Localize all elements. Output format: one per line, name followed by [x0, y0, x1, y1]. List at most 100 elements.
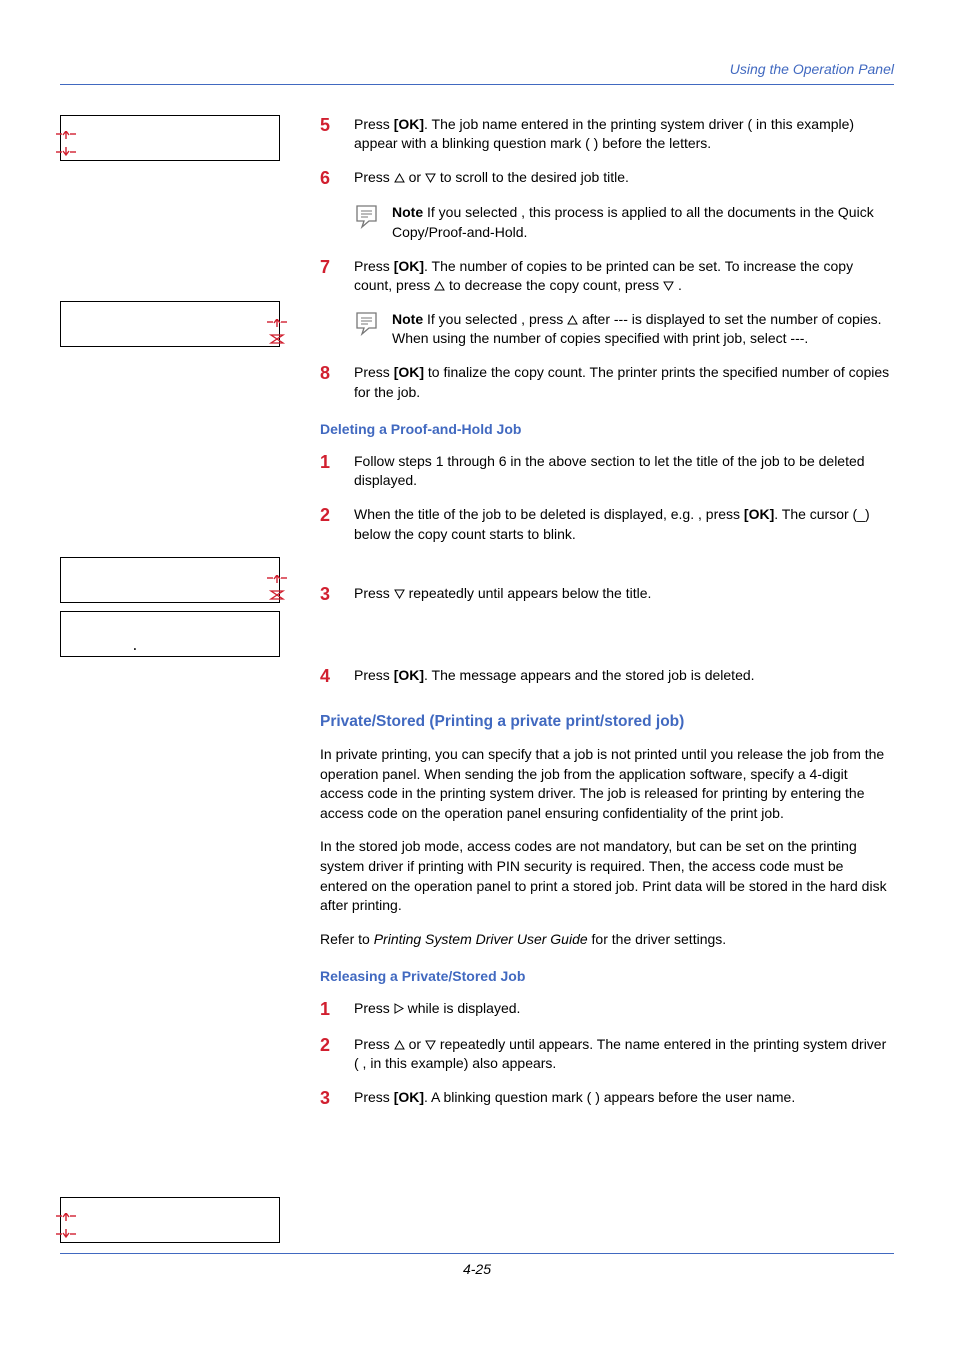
text: Press: [354, 1036, 394, 1052]
text: . The job name entered in the printing s…: [354, 116, 854, 152]
step-number-4: 4: [320, 666, 338, 688]
step-number-2: 2: [320, 505, 338, 544]
text: or: [409, 1036, 425, 1052]
rel-step-3: 3 Press [OK]. A blinking question mark (…: [320, 1088, 894, 1110]
step-number-8: 8: [320, 363, 338, 402]
step-number-6: 6: [320, 168, 338, 190]
lcd-display-3: [60, 557, 280, 603]
guide-reference: Printing System Driver User Guide: [374, 931, 588, 947]
ok-key: [OK]: [394, 258, 424, 274]
heading-releasing: Releasing a Private/Stored Job: [320, 967, 894, 987]
triangle-down-icon: [663, 281, 674, 291]
note-step-7: Note If you selected , press after --- i…: [354, 310, 894, 349]
lcd-display-2: [60, 301, 280, 347]
step-8-body: Press [OK] to finalize the copy count. T…: [354, 363, 894, 402]
page-footer: 4-25: [60, 1253, 894, 1280]
text: Press: [354, 116, 394, 132]
scroll-arrows-icon: [56, 131, 76, 157]
del-step-4: 4 Press [OK]. The message appears and th…: [320, 666, 894, 688]
step-5-body: Press [OK]. The job name entered in the …: [354, 115, 894, 154]
text: to decrease the copy count, press: [449, 277, 663, 293]
triangle-down-icon: [425, 173, 436, 183]
text: while is displayed.: [408, 1000, 521, 1016]
text: repeatedly until appears below the title…: [409, 585, 652, 601]
rel-step-2: 2 Press or repeatedly until appears. The…: [320, 1035, 894, 1074]
lcd-dot: .: [131, 638, 139, 656]
text: When the title of the job to be deleted …: [354, 506, 744, 522]
text: Press: [354, 1000, 394, 1016]
note-step-6: Note If you selected , this process is a…: [354, 203, 894, 242]
step-7-body: Press [OK]. The number of copies to be p…: [354, 257, 894, 296]
text: Press: [354, 258, 394, 274]
lcd-display-4: .: [60, 611, 280, 657]
triangle-right-icon: [394, 1003, 404, 1014]
rel-step-2-body: Press or repeatedly until appears. The n…: [354, 1035, 894, 1074]
step-6-body: Press or to scroll to the desired job ti…: [354, 168, 894, 190]
step-7: 7 Press [OK]. The number of copies to be…: [320, 257, 894, 296]
del-step-3-body: Press repeatedly until appears below the…: [354, 584, 894, 606]
note-text: If you selected , press: [423, 311, 567, 327]
rel-step-3-body: Press [OK]. A blinking question mark ( )…: [354, 1088, 894, 1110]
del-step-2-body: When the title of the job to be deleted …: [354, 505, 894, 544]
text: Press: [354, 169, 394, 185]
triangle-up-icon: [567, 315, 578, 325]
step-6: 6 Press or to scroll to the desired job …: [320, 168, 894, 190]
text: .: [678, 277, 682, 293]
rel-step-1-body: Press while is displayed.: [354, 999, 894, 1021]
step-8: 8 Press [OK] to finalize the copy count.…: [320, 363, 894, 402]
ok-key: [OK]: [744, 506, 774, 522]
triangle-down-icon: [425, 1040, 436, 1050]
del-step-3: 3 Press repeatedly until appears below t…: [320, 584, 894, 606]
step-number-1: 1: [320, 999, 338, 1021]
private-paragraph-2: In the stored job mode, access codes are…: [320, 837, 894, 915]
del-step-1: 1 Follow steps 1 through 6 in the above …: [320, 452, 894, 491]
triangle-down-icon: [394, 589, 405, 599]
step-number-3: 3: [320, 584, 338, 606]
text: Press: [354, 1089, 394, 1105]
text: Press: [354, 667, 394, 683]
private-paragraph-1: In private printing, you can specify tha…: [320, 745, 894, 823]
text: to finalize the copy count. The printer …: [354, 364, 889, 400]
step-number-2: 2: [320, 1035, 338, 1074]
header-section-title: Using the Operation Panel: [60, 60, 894, 85]
triangle-up-icon: [434, 281, 445, 291]
text: for the driver settings.: [588, 931, 727, 947]
private-paragraph-3: Refer to Printing System Driver User Gui…: [320, 930, 894, 950]
scroll-arrows-icon: [267, 575, 287, 601]
lcd-display-5: [60, 1197, 280, 1243]
note-icon: [354, 203, 382, 229]
lcd-display-1: [60, 115, 280, 161]
text: Refer to: [320, 931, 374, 947]
rel-step-1: 1 Press while is displayed.: [320, 999, 894, 1021]
del-step-1-body: Follow steps 1 through 6 in the above se…: [354, 452, 894, 491]
ok-key: [OK]: [394, 364, 424, 380]
note-text: If you selected , this process is applie…: [392, 204, 874, 240]
step-number-3: 3: [320, 1088, 338, 1110]
step-number-5: 5: [320, 115, 338, 154]
del-step-2: 2 When the title of the job to be delete…: [320, 505, 894, 544]
ok-key: [OK]: [394, 1089, 424, 1105]
triangle-up-icon: [394, 1040, 405, 1050]
manual-page: Using the Operation Panel: [0, 0, 954, 1310]
scroll-arrows-icon: [267, 319, 287, 345]
text: Press: [354, 585, 394, 601]
ok-key: [OK]: [394, 116, 424, 132]
scroll-arrows-icon: [56, 1213, 76, 1239]
triangle-up-icon: [394, 173, 405, 183]
text: . The message appears and the stored job…: [424, 667, 755, 683]
note-label: Note: [392, 204, 423, 220]
page-number: 4-25: [463, 1261, 491, 1277]
text: . A blinking question mark ( ) appears b…: [424, 1089, 795, 1105]
text: to scroll to the desired job title.: [440, 169, 629, 185]
step-5: 5 Press [OK]. The job name entered in th…: [320, 115, 894, 154]
text: or: [409, 169, 425, 185]
ok-key: [OK]: [394, 667, 424, 683]
step-number-7: 7: [320, 257, 338, 296]
content-columns: . 5: [60, 115, 894, 1243]
text: Press: [354, 364, 394, 380]
left-column: .: [60, 115, 300, 1243]
right-column: 5 Press [OK]. The job name entered in th…: [320, 115, 894, 1243]
step-number-1: 1: [320, 452, 338, 491]
note-icon: [354, 310, 382, 336]
note-label: Note: [392, 311, 423, 327]
